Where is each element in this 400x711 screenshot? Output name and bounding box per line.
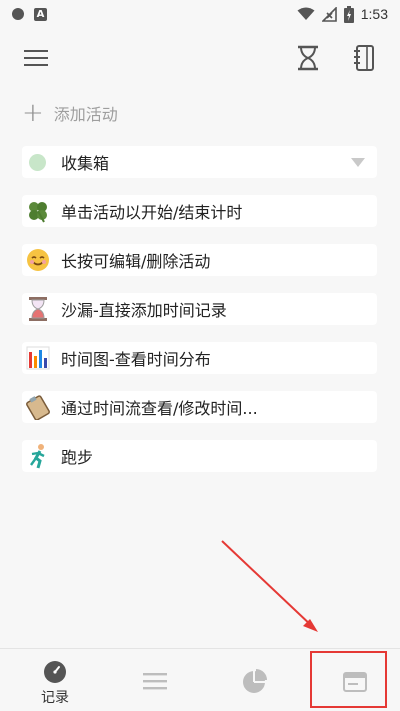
activity-item[interactable]: 通过时间流查看/修改时间... [22,391,377,423]
plus-icon: + [22,98,44,128]
smiley-icon [25,247,51,273]
bar-chart-icon [25,345,51,371]
runner-icon [25,443,51,469]
category-inbox-row[interactable]: 收集箱 [22,146,377,178]
clover-icon [25,198,51,224]
activity-label: 跑步 [61,448,94,467]
menu-button[interactable] [20,42,52,74]
annotation-highlight-box [310,651,387,708]
hourglass-icon [298,45,318,71]
record-tab[interactable]: 记录 [5,649,105,711]
activity-item[interactable]: 单击活动以开始/结束计时 [22,195,377,227]
record-tab-label: 记录 [41,690,69,706]
pie-chart-tab[interactable] [205,649,305,711]
activity-label: 长按可编辑/删除活动 [61,252,211,271]
list-tab[interactable] [105,649,205,711]
notebook-icon [354,45,374,71]
wifi-icon [297,7,315,20]
app-toolbar [0,36,400,80]
activity-label: 通过时间流查看/修改时间... [61,399,258,418]
status-bar: A 1:53 [0,0,400,28]
menu-icon [24,50,48,66]
category-color-dot [29,153,46,171]
pie-chart-icon [243,669,267,693]
hourglass-button[interactable] [292,42,324,74]
activity-label: 沙漏-直接添加时间记录 [61,301,227,320]
category-label: 收集箱 [61,154,110,173]
timer-icon [44,661,66,683]
clipboard-icon [25,394,51,420]
dropdown-caret-icon[interactable] [351,157,365,167]
activity-item[interactable]: 跑步 [22,440,377,472]
add-activity-label: 添加活动 [53,105,118,124]
no-signal-icon [321,6,337,22]
hourglass-icon [25,296,51,322]
activity-item[interactable]: 时间图-查看时间分布 [22,342,377,374]
add-activity-button[interactable]: + 添加活动 [22,98,118,128]
activity-label: 时间图-查看时间分布 [61,350,211,369]
list-icon [143,673,167,690]
status-clock: 1:53 [360,6,388,22]
activity-item[interactable]: 沙漏-直接添加时间记录 [22,293,377,325]
battery-charging-icon [343,5,354,23]
a-notification-icon: A [34,7,47,21]
notebook-button[interactable] [348,42,380,74]
circle-notification-icon [12,8,24,20]
activity-label: 单击活动以开始/结束计时 [61,203,243,222]
activity-item[interactable]: 长按可编辑/删除活动 [22,244,377,276]
